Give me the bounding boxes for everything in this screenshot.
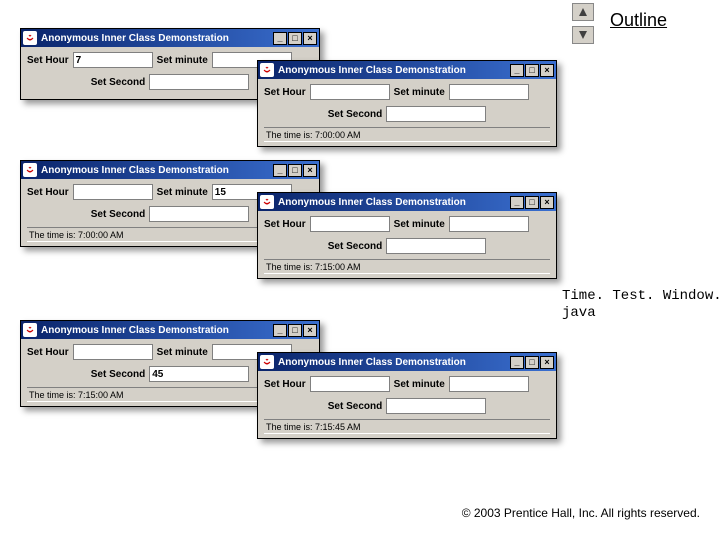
status-bar: The time is: 7:00:00 AM [264, 127, 550, 142]
app-window-6: Anonymous Inner Class Demonstration _ □ … [257, 352, 557, 439]
window-title: Anonymous Inner Class Demonstration [278, 65, 510, 76]
close-button[interactable]: × [540, 64, 554, 77]
second-label: Set Second [91, 369, 145, 380]
second-label: Set Second [328, 241, 382, 252]
title-bar[interactable]: Anonymous Inner Class Demonstration _ □ … [21, 161, 319, 179]
second-input[interactable]: 45 [149, 366, 249, 382]
status-bar: The time is: 7:15:00 AM [264, 259, 550, 274]
minimize-button[interactable]: _ [273, 32, 287, 45]
hour-label: Set Hour [27, 187, 69, 198]
hour-input[interactable] [310, 376, 390, 392]
close-button[interactable]: × [303, 32, 317, 45]
app-window-4: Anonymous Inner Class Demonstration _ □ … [257, 192, 557, 279]
maximize-button[interactable]: □ [525, 356, 539, 369]
minute-label: Set minute [394, 87, 445, 98]
java-coffee-icon [23, 323, 37, 337]
app-window-2: Anonymous Inner Class Demonstration _ □ … [257, 60, 557, 147]
title-bar[interactable]: Anonymous Inner Class Demonstration _ □ … [258, 353, 556, 371]
minute-label: Set minute [157, 347, 208, 358]
java-coffee-icon [260, 195, 274, 209]
title-bar[interactable]: Anonymous Inner Class Demonstration _ □ … [258, 193, 556, 211]
title-bar[interactable]: Anonymous Inner Class Demonstration _ □ … [21, 321, 319, 339]
scroll-up-button[interactable] [572, 3, 594, 21]
second-label: Set Second [328, 401, 382, 412]
second-label: Set Second [91, 77, 145, 88]
minute-input[interactable] [449, 84, 529, 100]
close-button[interactable]: × [303, 164, 317, 177]
minute-input[interactable] [449, 376, 529, 392]
hour-label: Set Hour [264, 219, 306, 230]
maximize-button[interactable]: □ [288, 32, 302, 45]
minute-label: Set minute [394, 219, 445, 230]
minimize-button[interactable]: _ [510, 196, 524, 209]
hour-label: Set Hour [264, 379, 306, 390]
copyright-text: © 2003 Prentice Hall, Inc. All rights re… [462, 506, 700, 522]
second-input[interactable] [149, 74, 249, 90]
filename-label: Time. Test. Window. java [562, 288, 720, 322]
hour-label: Set Hour [27, 55, 69, 66]
hour-input[interactable] [310, 84, 390, 100]
java-coffee-icon [260, 355, 274, 369]
second-input[interactable] [386, 398, 486, 414]
outline-heading: Outline [610, 10, 667, 31]
minute-label: Set minute [157, 55, 208, 66]
hour-input[interactable] [310, 216, 390, 232]
status-bar: The time is: 7:15:45 AM [264, 419, 550, 434]
java-coffee-icon [260, 63, 274, 77]
minimize-button[interactable]: _ [273, 324, 287, 337]
maximize-button[interactable]: □ [525, 196, 539, 209]
window-title: Anonymous Inner Class Demonstration [278, 357, 510, 368]
title-bar[interactable]: Anonymous Inner Class Demonstration _ □ … [258, 61, 556, 79]
maximize-button[interactable]: □ [288, 324, 302, 337]
window-title: Anonymous Inner Class Demonstration [41, 325, 273, 336]
maximize-button[interactable]: □ [288, 164, 302, 177]
hour-label: Set Hour [264, 87, 306, 98]
minimize-button[interactable]: _ [510, 356, 524, 369]
minute-label: Set minute [394, 379, 445, 390]
hour-label: Set Hour [27, 347, 69, 358]
close-button[interactable]: × [303, 324, 317, 337]
minimize-button[interactable]: _ [510, 64, 524, 77]
scroll-down-button[interactable] [572, 26, 594, 44]
window-title: Anonymous Inner Class Demonstration [41, 33, 273, 44]
minute-input[interactable] [449, 216, 529, 232]
maximize-button[interactable]: □ [525, 64, 539, 77]
close-button[interactable]: × [540, 356, 554, 369]
hour-input[interactable] [73, 184, 153, 200]
java-coffee-icon [23, 163, 37, 177]
second-label: Set Second [91, 209, 145, 220]
close-button[interactable]: × [540, 196, 554, 209]
minimize-button[interactable]: _ [273, 164, 287, 177]
second-input[interactable] [149, 206, 249, 222]
minute-label: Set minute [157, 187, 208, 198]
title-bar[interactable]: Anonymous Inner Class Demonstration _ □ … [21, 29, 319, 47]
second-label: Set Second [328, 109, 382, 120]
window-title: Anonymous Inner Class Demonstration [278, 197, 510, 208]
java-coffee-icon [23, 31, 37, 45]
window-title: Anonymous Inner Class Demonstration [41, 165, 273, 176]
second-input[interactable] [386, 238, 486, 254]
hour-input[interactable]: 7 [73, 52, 153, 68]
second-input[interactable] [386, 106, 486, 122]
hour-input[interactable] [73, 344, 153, 360]
